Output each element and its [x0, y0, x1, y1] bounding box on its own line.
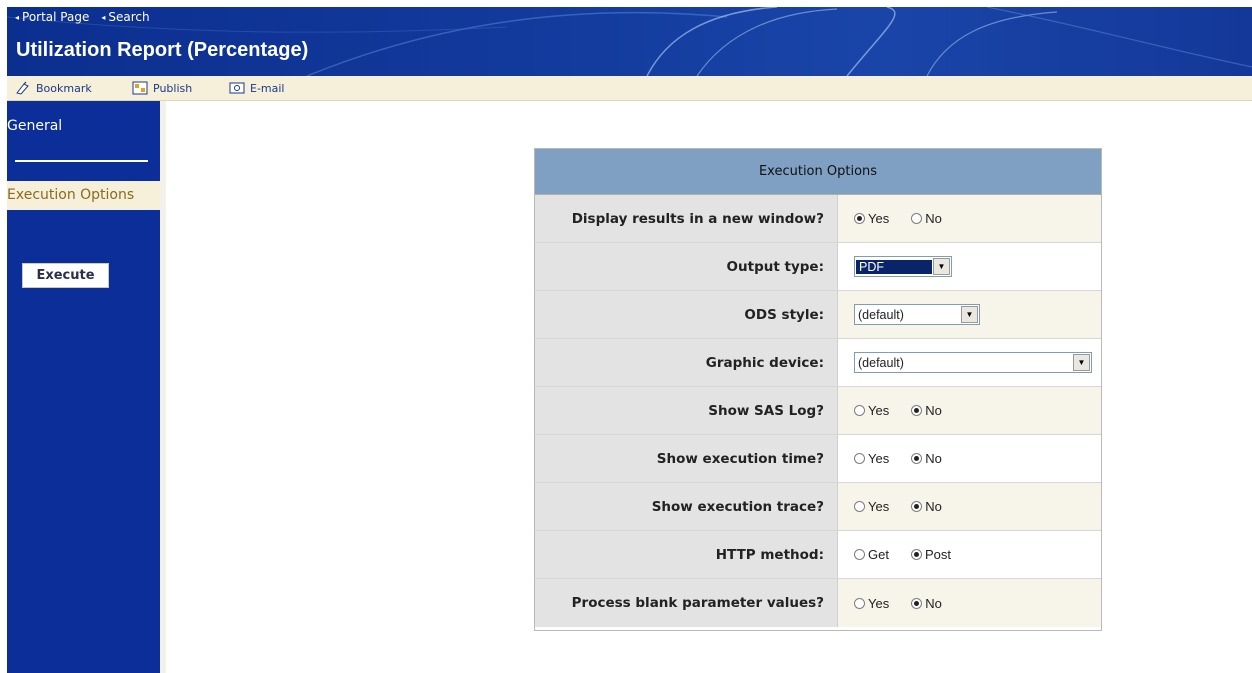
- option-row-ods-style: ODS style: (default) ▼: [535, 291, 1101, 339]
- option-label: Graphic device:: [535, 339, 838, 386]
- toolbar: Bookmark Publish E-mail: [7, 76, 1252, 101]
- radio-label: No: [925, 211, 942, 226]
- sidebar: General Execution Options Execute: [7, 101, 160, 673]
- option-row-show-execution-trace: Show execution trace? Yes No: [535, 483, 1101, 531]
- radio-label: Yes: [868, 403, 890, 418]
- option-label: Show execution time?: [535, 435, 838, 482]
- radio-no[interactable]: No: [911, 403, 942, 418]
- radio-selected-icon: [854, 213, 865, 224]
- bookmark-icon: [16, 81, 29, 95]
- option-row-show-sas-log: Show SAS Log? Yes No: [535, 387, 1101, 435]
- select-value: PDF: [856, 259, 932, 274]
- option-row-display-results: Display results in a new window? Yes No: [535, 195, 1101, 243]
- radio-unselected-icon: [854, 549, 865, 560]
- radio-post[interactable]: Post: [910, 547, 951, 562]
- radio-yes[interactable]: Yes: [854, 211, 889, 226]
- radio-group-show-execution-time: Yes No: [854, 451, 942, 466]
- email-icon: [229, 82, 245, 94]
- option-row-show-execution-time: Show execution time? Yes No: [535, 435, 1101, 483]
- sidebar-divider: [15, 160, 148, 162]
- option-row-graphic-device: Graphic device: (default) ▼: [535, 339, 1101, 387]
- radio-label: Yes: [868, 595, 890, 611]
- radio-yes[interactable]: Yes: [854, 451, 889, 466]
- radio-label: Get: [868, 547, 889, 562]
- radio-selected-icon: [911, 597, 923, 609]
- bookmark-button[interactable]: Bookmark: [15, 81, 92, 95]
- radio-label: No: [925, 499, 942, 514]
- radio-label: No: [925, 403, 942, 418]
- sidebar-edge: [160, 101, 166, 673]
- ods-style-select[interactable]: (default) ▼: [854, 304, 980, 325]
- radio-no[interactable]: No: [911, 211, 942, 226]
- email-label: E-mail: [250, 81, 285, 95]
- radio-group-http-method: Get Post: [854, 547, 951, 562]
- top-nav: ◂ Portal Page ◂ Search: [15, 10, 150, 24]
- option-label: HTTP method:: [535, 531, 838, 578]
- radio-group-show-sas-log: Yes No: [854, 403, 942, 418]
- select-value: (default): [858, 307, 904, 322]
- radio-yes[interactable]: Yes: [854, 403, 889, 418]
- panel-title: Execution Options: [535, 149, 1101, 195]
- radio-label: Post: [924, 547, 951, 562]
- radio-unselected-icon: [854, 501, 865, 512]
- option-row-output-type: Output type: PDF ▼: [535, 243, 1101, 291]
- radio-group-show-execution-trace: Yes No: [854, 499, 942, 514]
- radio-unselected-icon: [854, 405, 865, 416]
- radio-unselected-icon: [854, 597, 865, 609]
- graphic-device-select[interactable]: (default) ▼: [854, 352, 1092, 373]
- radio-label: Yes: [868, 451, 890, 466]
- header-banner: ◂ Portal Page ◂ Search Utilization Repor…: [7, 7, 1252, 76]
- sidebar-item-general[interactable]: General: [7, 118, 62, 134]
- nav-link-label: Search: [108, 10, 150, 24]
- radio-get[interactable]: Get: [854, 547, 889, 562]
- radio-label: No: [925, 451, 942, 466]
- radio-no[interactable]: No: [911, 451, 942, 466]
- radio-group-process-blank-params: Yes No: [854, 596, 942, 611]
- radio-yes[interactable]: Yes: [854, 596, 889, 611]
- publish-icon: [132, 81, 148, 95]
- email-button[interactable]: E-mail: [229, 81, 285, 95]
- page-title: Utilization Report (Percentage): [16, 39, 309, 61]
- left-arrow-icon: ◂: [101, 12, 106, 22]
- radio-label: Yes: [868, 211, 890, 226]
- option-label: Show SAS Log?: [535, 387, 838, 434]
- publish-button[interactable]: Publish: [132, 81, 192, 95]
- radio-selected-icon: [911, 453, 923, 464]
- chevron-down-icon: ▼: [933, 258, 950, 275]
- output-type-select[interactable]: PDF ▼: [854, 256, 952, 277]
- option-row-http-method: HTTP method: Get Post: [535, 531, 1101, 579]
- left-arrow-icon: ◂: [15, 12, 20, 22]
- radio-group-display-results: Yes No: [854, 211, 942, 226]
- radio-unselected-icon: [854, 453, 865, 464]
- bookmark-label: Bookmark: [36, 81, 92, 95]
- select-value: (default): [858, 355, 904, 370]
- sidebar-item-execution-options[interactable]: Execution Options: [7, 181, 160, 210]
- radio-no[interactable]: No: [911, 596, 942, 611]
- execution-options-panel: Execution Options Display results in a n…: [534, 148, 1102, 631]
- nav-link-label: Portal Page: [22, 10, 90, 24]
- publish-label: Publish: [153, 81, 193, 95]
- option-label: ODS style:: [535, 291, 838, 338]
- option-label: Display results in a new window?: [535, 195, 838, 242]
- execute-button[interactable]: Execute: [22, 263, 109, 288]
- radio-label: Yes: [868, 499, 890, 514]
- nav-portal-page-link[interactable]: ◂ Portal Page: [15, 10, 89, 24]
- radio-label: No: [925, 595, 942, 611]
- option-row-process-blank-params: Process blank parameter values? Yes No: [535, 579, 1101, 627]
- chevron-down-icon: ▼: [961, 306, 978, 323]
- radio-selected-icon: [911, 405, 923, 416]
- radio-yes[interactable]: Yes: [854, 499, 889, 514]
- nav-search-link[interactable]: ◂ Search: [101, 10, 149, 24]
- chevron-down-icon: ▼: [1073, 354, 1090, 371]
- radio-selected-icon: [911, 501, 923, 512]
- radio-no[interactable]: No: [911, 499, 942, 514]
- option-label: Process blank parameter values?: [535, 579, 838, 627]
- option-label: Output type:: [535, 243, 838, 290]
- option-label: Show execution trace?: [535, 483, 838, 530]
- radio-unselected-icon: [911, 213, 923, 224]
- radio-selected-icon: [910, 549, 922, 560]
